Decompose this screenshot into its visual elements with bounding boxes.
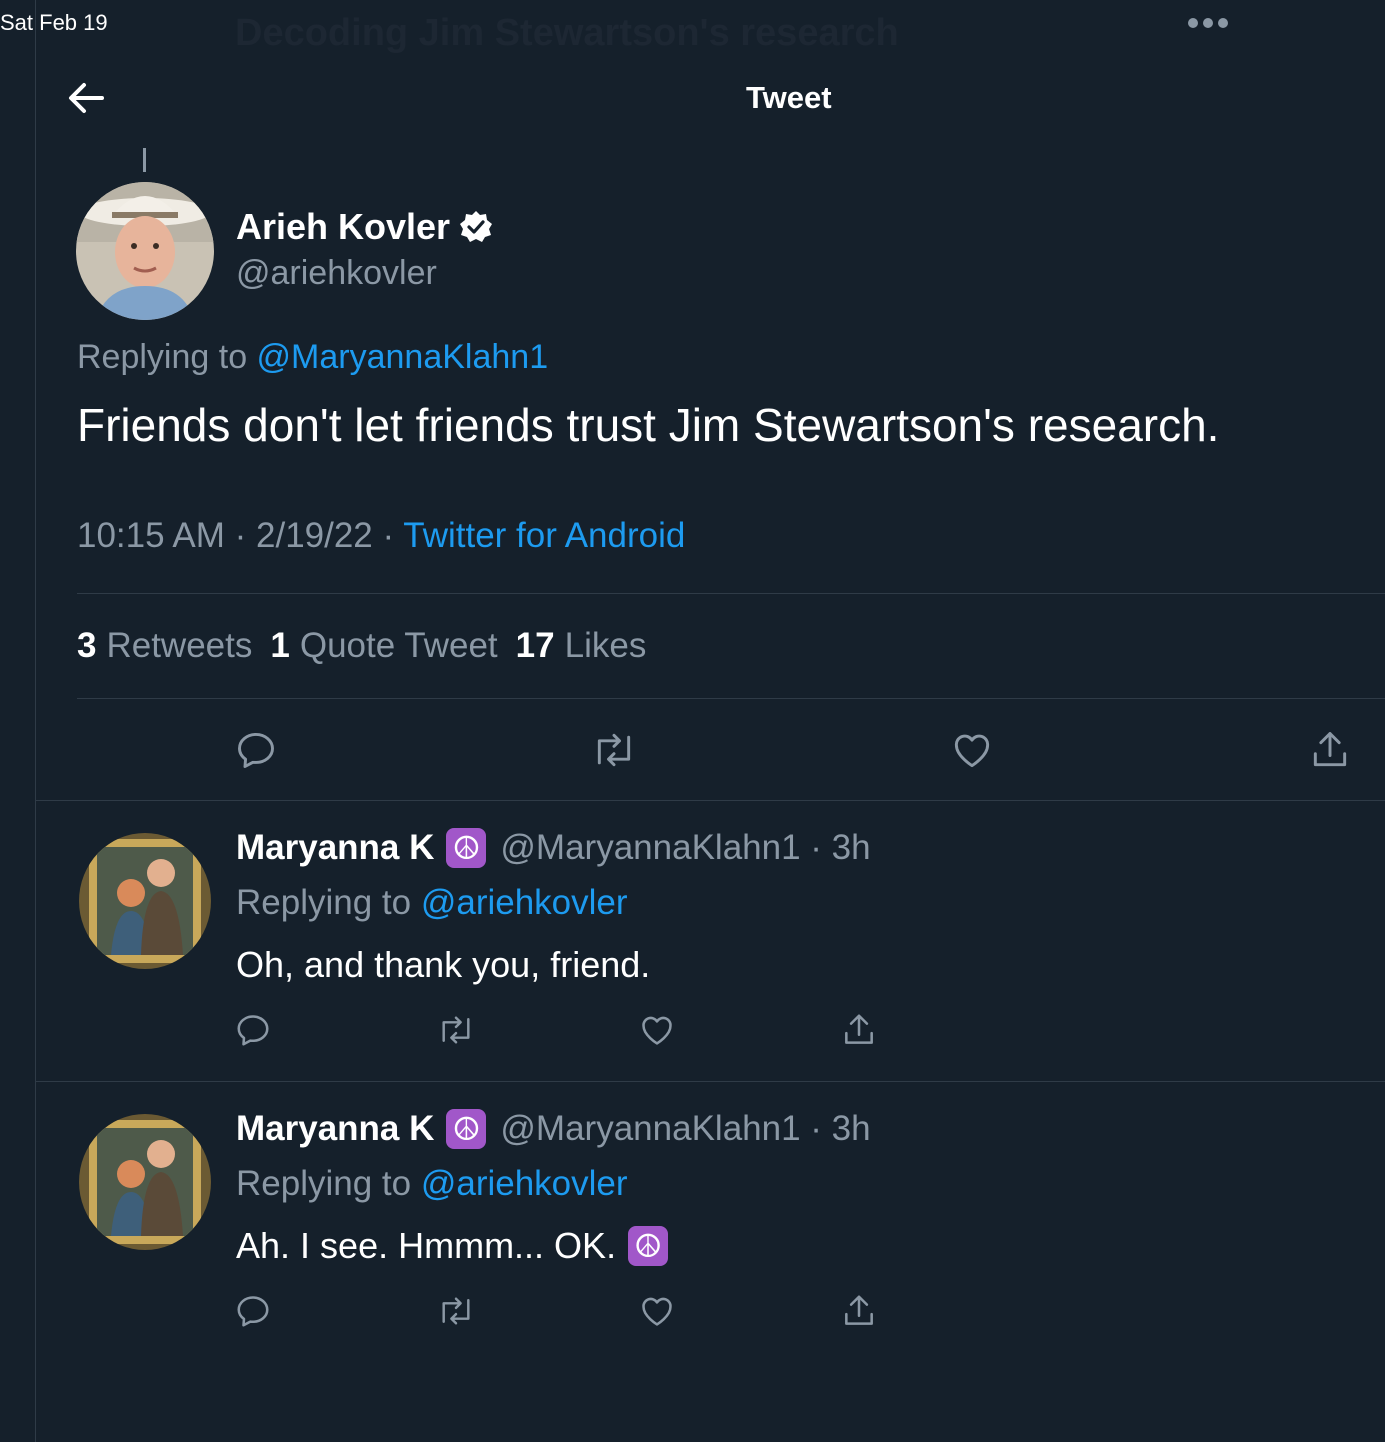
retweets-count: 3 <box>77 626 97 665</box>
retweet-button[interactable] <box>590 728 638 772</box>
replying-prefix: Replying to <box>236 883 421 922</box>
meta-separator: · <box>224 516 256 555</box>
retweet-icon <box>442 1016 470 1044</box>
retweet-button[interactable] <box>436 1292 476 1330</box>
like-button[interactable] <box>638 1292 676 1330</box>
reply-icon <box>237 1015 269 1046</box>
reply-text-content: Oh, and thank you, friend. <box>236 944 651 985</box>
more-icon[interactable] <box>1188 18 1228 28</box>
share-icon <box>845 1295 873 1325</box>
peace-emoji: ☮ <box>628 1226 669 1266</box>
retweets-stat[interactable]: 3 Retweets <box>77 626 252 666</box>
reply-handle-time: @MaryannaKlahn1 · 3h <box>500 1109 871 1148</box>
author-name[interactable]: Arieh Kovler <box>236 206 494 248</box>
author-handle[interactable]: @ariehkovler <box>236 254 437 293</box>
back-button[interactable] <box>64 78 108 118</box>
meta-separator: · <box>372 516 404 555</box>
share-button[interactable] <box>840 1011 878 1049</box>
tweet-time[interactable]: 10:15 AM <box>77 516 225 555</box>
like-button[interactable] <box>950 728 994 772</box>
reply-icon <box>237 1296 269 1327</box>
reply-avatar[interactable] <box>79 1114 211 1250</box>
reply-replying-to: Replying to @ariehkovler <box>236 1164 628 1204</box>
like-icon <box>642 1297 672 1326</box>
left-rail-divider <box>35 0 36 1442</box>
reply-text-content: Ah. I see. Hmmm... OK. <box>236 1225 617 1266</box>
reply-replying-to: Replying to @ariehkovler <box>236 883 628 923</box>
like-button[interactable] <box>638 1011 676 1049</box>
reply-text: Oh, and thank you, friend. <box>236 944 650 986</box>
thread-connector <box>143 148 146 172</box>
status-bar-date: Sat Feb 19 <box>0 10 108 35</box>
retweet-icon <box>442 1297 470 1325</box>
reply-text: Ah. I see. Hmmm... OK. ☮ <box>236 1225 669 1267</box>
retweet-button[interactable] <box>436 1011 476 1049</box>
divider <box>36 1081 1385 1082</box>
like-icon <box>642 1016 672 1045</box>
tweet-text: Friends don't let friends trust Jim Stew… <box>77 399 1220 451</box>
reply-author[interactable]: Maryanna K ☮ @MaryannaKlahn1 · 3h <box>236 828 871 868</box>
replying-prefix: Replying to <box>236 1164 421 1203</box>
reply-handle-time: @MaryannaKlahn1 · 3h <box>500 828 871 867</box>
background-header-text: Decoding Jim Stewartson's research <box>235 12 899 54</box>
quotes-label: Quote Tweet <box>299 626 498 665</box>
share-button[interactable] <box>1308 728 1352 772</box>
reply-button[interactable] <box>234 1292 272 1330</box>
author-avatar[interactable] <box>76 182 214 320</box>
page-title: Tweet <box>746 80 832 115</box>
quotes-count: 1 <box>270 626 290 665</box>
share-icon <box>1313 732 1347 767</box>
retweets-label: Retweets <box>106 626 253 665</box>
author-name-text: Arieh Kovler <box>236 206 451 247</box>
likes-count: 17 <box>515 626 555 665</box>
tweet-meta: 10:15 AM · 2/19/22 · Twitter for Android <box>77 516 685 556</box>
likes-stat[interactable]: 17 Likes <box>516 626 647 666</box>
divider <box>77 593 1385 594</box>
reply-button[interactable] <box>234 1011 272 1049</box>
divider <box>36 800 1385 801</box>
replying-to-link[interactable]: @ariehkovler <box>421 1164 628 1203</box>
share-icon <box>845 1014 873 1044</box>
tweet-stats: 3 Retweets 1 Quote Tweet 17 Likes <box>77 626 646 666</box>
reply-author-name: Maryanna K <box>236 828 435 867</box>
share-button[interactable] <box>840 1292 878 1330</box>
reply-avatar[interactable] <box>79 833 211 969</box>
replying-to-link[interactable]: @MaryannaKlahn1 <box>257 338 549 376</box>
verified-badge-icon <box>460 211 493 242</box>
reply-button[interactable] <box>234 728 278 772</box>
reply-author-name: Maryanna K <box>236 1109 435 1148</box>
peace-emoji: ☮ <box>446 828 487 868</box>
replying-prefix: Replying to <box>77 338 257 376</box>
tweet-date[interactable]: 2/19/22 <box>256 516 373 555</box>
peace-emoji: ☮ <box>446 1109 487 1149</box>
retweet-icon <box>597 733 631 767</box>
tweet-source-link[interactable]: Twitter for Android <box>403 516 685 555</box>
divider <box>77 698 1385 699</box>
likes-label: Likes <box>564 626 647 665</box>
replying-to-link[interactable]: @ariehkovler <box>421 883 628 922</box>
like-icon <box>954 734 990 768</box>
back-arrow-icon <box>69 83 104 113</box>
reply-icon <box>238 732 274 768</box>
replying-to: Replying to @MaryannaKlahn1 <box>77 338 548 377</box>
quote-tweets-stat[interactable]: 1 Quote Tweet <box>270 626 497 666</box>
reply-author[interactable]: Maryanna K ☮ @MaryannaKlahn1 · 3h <box>236 1109 871 1149</box>
